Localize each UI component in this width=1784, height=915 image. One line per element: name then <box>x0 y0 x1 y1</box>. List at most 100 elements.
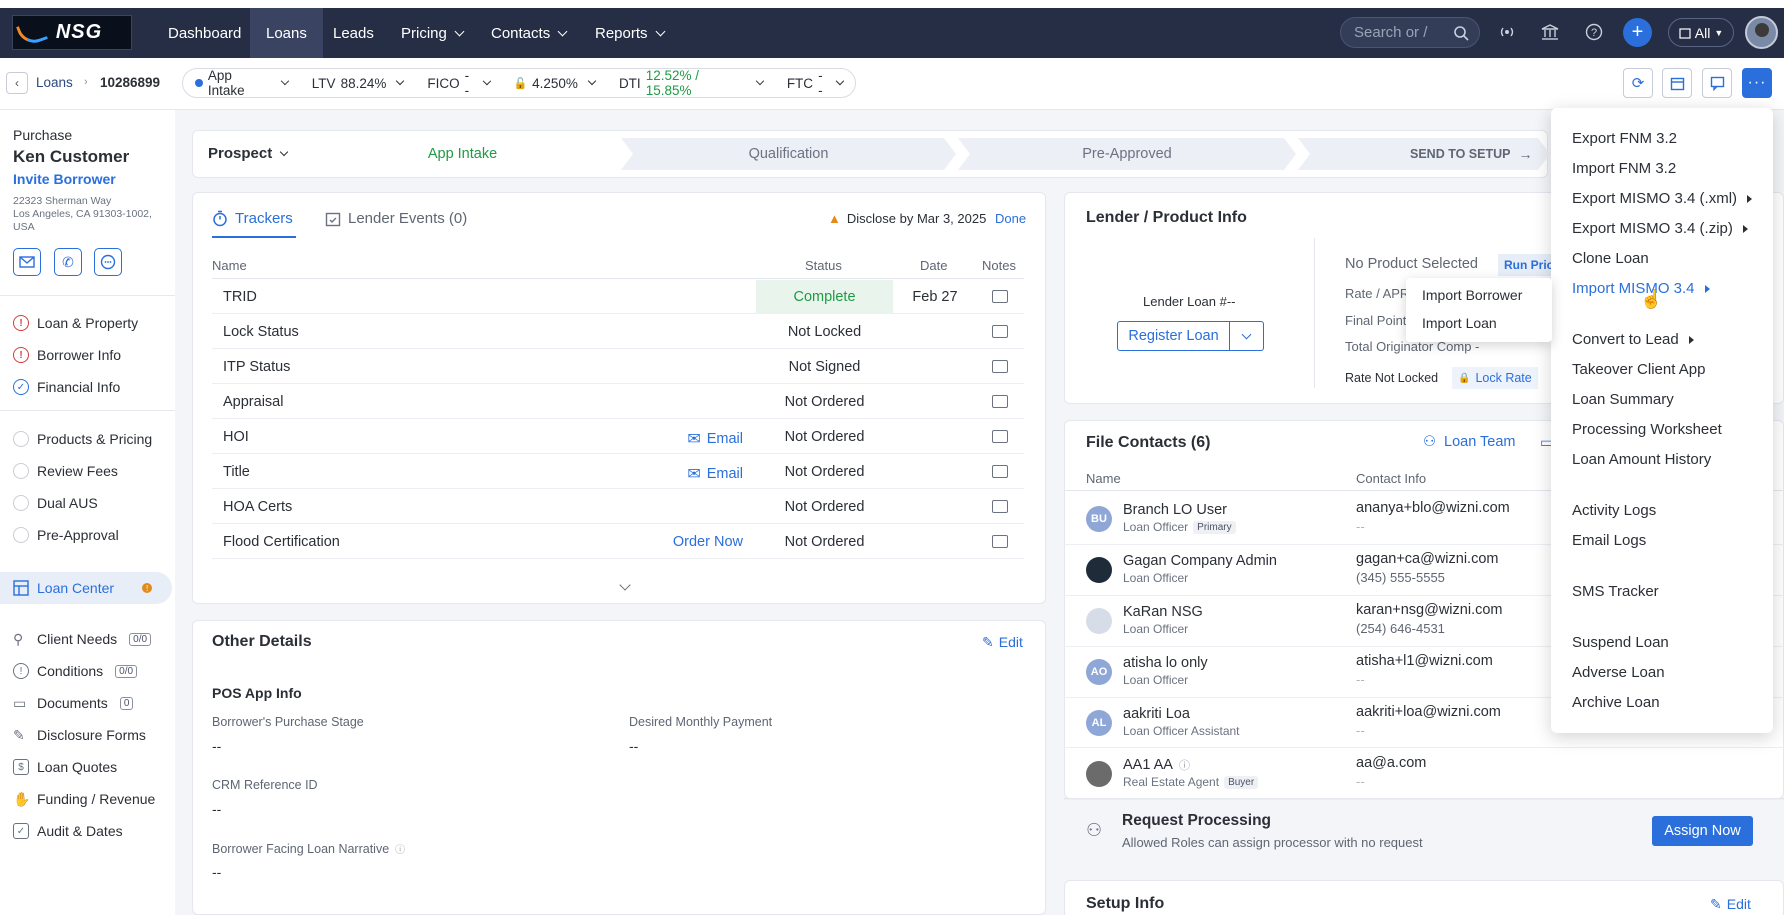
expand-trackers-button[interactable] <box>612 576 631 591</box>
loan-team-button[interactable]: ⚇ Loan Team <box>1423 434 1515 450</box>
add-new-button[interactable]: + <box>1623 18 1652 47</box>
fico-pill[interactable]: FICO -- <box>415 68 501 98</box>
notes-icon[interactable] <box>992 360 1008 373</box>
table-row[interactable] <box>212 314 1024 349</box>
lock-rate-button[interactable]: 🔒 Lock Rate <box>1452 367 1538 389</box>
register-loan-dropdown[interactable] <box>1230 321 1264 351</box>
back-button[interactable]: ‹ <box>6 72 28 94</box>
notes-icon[interactable] <box>992 325 1008 338</box>
contact-email[interactable]: atisha+l1@wizni.com <box>1356 653 1493 669</box>
tracker-email-link[interactable]: ✉ Email <box>687 429 743 449</box>
email-borrower-button[interactable] <box>13 248 41 276</box>
menu-item-sms-tracker[interactable]: SMS Tracker <box>1572 583 1659 600</box>
help-icon[interactable]: ? <box>1579 17 1609 47</box>
contact-email[interactable]: aa@a.com <box>1356 755 1426 771</box>
menu-item-loan-summary[interactable]: Loan Summary <box>1572 391 1674 408</box>
contact-name[interactable]: atisha lo only <box>1123 655 1208 671</box>
sidebar-item-documents[interactable]: ▭ Documents 0 <box>13 692 134 714</box>
scope-all-dropdown[interactable]: All ▼ <box>1668 18 1734 47</box>
register-loan-button[interactable]: Register Loan <box>1117 321 1230 351</box>
tracker-order-now-link[interactable]: Order Now <box>673 534 743 550</box>
sidebar-item-conditions[interactable]: ! Conditions 0/0 <box>13 660 138 682</box>
sidebar-item-client-needs[interactable]: ⚲ Client Needs 0/0 <box>13 628 152 650</box>
menu-item-archive-loan[interactable]: Archive Loan <box>1572 694 1660 711</box>
info-icon[interactable]: ⓘ <box>1179 757 1190 773</box>
notes-icon[interactable] <box>992 290 1008 303</box>
contact-email[interactable]: ananya+blo@wizni.com <box>1356 500 1510 516</box>
disclose-done-link[interactable]: Done <box>995 211 1026 226</box>
broadcast-icon[interactable] <box>1492 17 1522 47</box>
invite-borrower-link[interactable]: Invite Borrower <box>13 171 116 187</box>
table-row[interactable] <box>212 279 1024 314</box>
stage-qualification[interactable]: Qualification <box>621 138 956 170</box>
nav-leads[interactable]: Leads <box>317 8 390 58</box>
bank-icon[interactable] <box>1535 17 1565 47</box>
sidebar-item-products-pricing[interactable]: Products & Pricing <box>13 428 152 450</box>
table-row[interactable] <box>212 489 1024 524</box>
sidebar-item-pre-approval[interactable]: Pre-Approval <box>13 524 119 546</box>
table-row[interactable] <box>212 349 1024 384</box>
sidebar-item-loan-quotes[interactable]: $ Loan Quotes <box>13 756 117 778</box>
menu-item-export-mismo-3-4-zip[interactable]: Export MISMO 3.4 (.zip) <box>1572 220 1748 237</box>
dti-pill[interactable]: DTI 12.52% / 15.85% <box>607 68 775 98</box>
user-avatar[interactable] <box>1745 16 1778 49</box>
notes-icon[interactable] <box>992 500 1008 513</box>
prospect-dropdown[interactable]: Prospect <box>208 145 289 162</box>
calendar-button[interactable] <box>1662 68 1692 98</box>
sms-borrower-button[interactable] <box>94 248 122 276</box>
assign-now-button[interactable]: Assign Now <box>1652 816 1753 846</box>
other-details-edit-button[interactable]: ✎ Edit <box>982 634 1023 651</box>
global-search-input[interactable]: Search or / <box>1340 17 1480 48</box>
menu-item-export-fnm-3-2[interactable]: Export FNM 3.2 <box>1572 130 1677 147</box>
contact-email[interactable]: aakriti+loa@wizni.com <box>1356 704 1501 720</box>
ltv-pill[interactable]: LTV 88.24% <box>300 76 416 91</box>
stage-app-intake[interactable]: App Intake <box>345 138 580 170</box>
more-actions-button[interactable]: ··· <box>1742 68 1772 98</box>
menu-item-loan-amount-history[interactable]: Loan Amount History <box>1572 451 1711 468</box>
rate-pill[interactable]: 🔓 4.250% <box>501 76 607 91</box>
sidebar-item-funding-revenue[interactable]: ✋ Funding / Revenue <box>13 788 155 810</box>
nav-pricing[interactable]: Pricing <box>385 8 479 58</box>
menu-item-export-mismo-3-4-xml[interactable]: Export MISMO 3.4 (.xml) <box>1572 190 1753 207</box>
call-borrower-button[interactable]: ✆ <box>54 248 82 276</box>
contact-name[interactable]: aakriti Loa <box>1123 706 1190 722</box>
menu-item-activity-logs[interactable]: Activity Logs <box>1572 502 1656 519</box>
menu-item-import-fnm-3-2[interactable]: Import FNM 3.2 <box>1572 160 1676 177</box>
tab-trackers[interactable]: Trackers <box>212 210 293 227</box>
notes-icon[interactable] <box>992 395 1008 408</box>
sidebar-item-audit-dates[interactable]: ✓ Audit & Dates <box>13 820 123 842</box>
table-row[interactable] <box>212 384 1024 419</box>
send-to-setup-button[interactable]: SEND TO SETUP → <box>1410 138 1550 170</box>
sidebar-item-loan-property[interactable]: ! Loan & Property <box>13 312 138 334</box>
refresh-button[interactable]: ⟳ <box>1623 68 1653 98</box>
notes-icon[interactable] <box>992 535 1008 548</box>
contact-email[interactable]: gagan+ca@wizni.com <box>1356 551 1498 567</box>
nav-loans[interactable]: Loans <box>250 8 323 58</box>
stage-pill[interactable]: App Intake <box>183 68 300 98</box>
contact-name[interactable]: AA1 AA ⓘ <box>1123 757 1190 773</box>
notes-icon[interactable] <box>992 430 1008 443</box>
table-row[interactable] <box>212 419 1024 454</box>
sidebar-item-review-fees[interactable]: Review Fees <box>13 460 118 482</box>
contact-name[interactable]: KaRan NSG <box>1123 604 1203 620</box>
menu-item-clone-loan[interactable]: Clone Loan <box>1572 250 1649 267</box>
notes-icon[interactable] <box>992 465 1008 478</box>
company-logo[interactable]: NSG <box>12 15 132 50</box>
messages-button[interactable] <box>1702 68 1732 98</box>
contact-name[interactable]: Branch LO User <box>1123 502 1227 518</box>
menu-item-takeover-client-app[interactable]: Takeover Client App <box>1572 361 1705 378</box>
menu-item-adverse-loan[interactable]: Adverse Loan <box>1572 664 1665 681</box>
nav-reports[interactable]: Reports <box>579 8 680 58</box>
sidebar-item-financial-info[interactable]: ✓ Financial Info <box>13 376 120 398</box>
submenu-import-borrower[interactable]: Import Borrower <box>1422 287 1522 303</box>
nav-contacts[interactable]: Contacts <box>475 8 582 58</box>
contact-name[interactable]: Gagan Company Admin <box>1123 553 1277 569</box>
nav-dashboard[interactable]: Dashboard <box>152 8 257 58</box>
menu-item-convert-to-lead[interactable]: Convert to Lead <box>1572 331 1694 348</box>
submenu-import-loan[interactable]: Import Loan <box>1422 315 1497 331</box>
tracker-email-link[interactable]: ✉ Email <box>687 464 743 484</box>
ftc-pill[interactable]: FTC -- <box>775 68 855 98</box>
stage-pre-approved[interactable]: Pre-Approved <box>958 138 1296 170</box>
breadcrumb-loans[interactable]: Loans <box>36 75 73 90</box>
table-row[interactable] <box>212 454 1024 489</box>
